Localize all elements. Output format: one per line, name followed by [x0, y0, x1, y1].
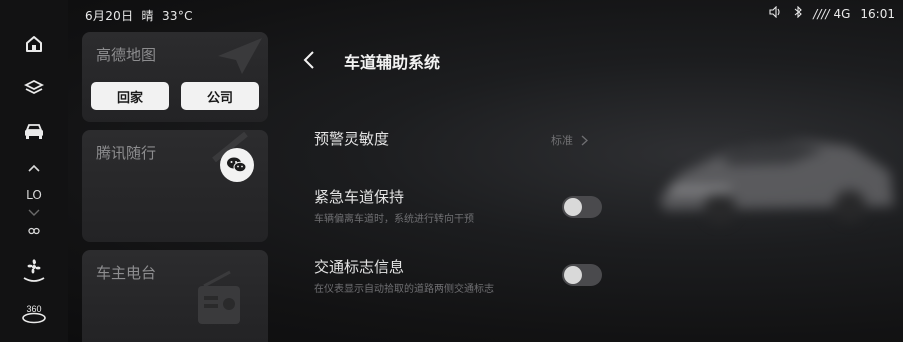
svg-text:360: 360	[26, 304, 41, 314]
traffic-sign-label: 交通标志信息	[314, 258, 405, 276]
toggle-knob	[564, 266, 582, 284]
lane-keep-label: 紧急车道保持	[314, 188, 405, 206]
fan-level-label: LO	[26, 188, 42, 202]
fan-icon[interactable]	[18, 254, 50, 284]
radio-icon	[194, 268, 254, 332]
sensitivity-label: 预警灵敏度	[314, 130, 390, 148]
auto-mode-icon[interactable]	[18, 224, 50, 238]
traffic-sign-toggle[interactable]	[562, 264, 602, 286]
screen: LO 360 6月20日 晴 33°C //// 4G 16:01 高德地图 回…	[0, 0, 903, 342]
lane-keep-description: 车辆偏离车道时，系统进行转向干预	[314, 214, 474, 225]
network-type: 4G	[833, 6, 851, 21]
page-title: 车道辅助系统	[344, 53, 441, 72]
temperature-label: 33°C	[161, 9, 193, 23]
go-home-button[interactable]: 回家	[91, 82, 169, 110]
navigation-arrow-icon	[214, 36, 264, 80]
clock: 16:01	[860, 6, 895, 21]
tencent-title: 腾讯随行	[96, 144, 157, 162]
wechat-icon[interactable]	[220, 148, 254, 182]
car-icon[interactable]	[18, 117, 50, 145]
radio-card[interactable]: 车主电台	[82, 250, 268, 342]
360-view-icon[interactable]: 360	[18, 298, 50, 328]
toggle-knob	[564, 198, 582, 216]
bluetooth-icon	[793, 5, 803, 21]
weather-label: 晴	[141, 9, 154, 23]
chevron-left-icon	[303, 51, 314, 69]
left-rail: LO 360	[0, 0, 68, 342]
chevron-down-icon[interactable]	[18, 206, 50, 220]
signal-strength: //// 4G	[813, 7, 850, 21]
tencent-card[interactable]: 腾讯随行	[82, 130, 268, 242]
chevron-up-icon[interactable]	[18, 158, 50, 178]
status-right: //// 4G 16:01	[769, 5, 895, 21]
back-button[interactable]	[302, 50, 316, 70]
date-label: 6月20日	[85, 9, 134, 23]
sensitivity-selector[interactable]: 标准	[551, 132, 588, 148]
layers-icon[interactable]	[18, 74, 50, 102]
radio-title: 车主电台	[96, 264, 157, 282]
status-left: 6月20日 晴 33°C	[85, 7, 193, 24]
volume-icon	[769, 5, 783, 21]
go-work-button[interactable]: 公司	[181, 82, 259, 110]
car-image	[650, 120, 900, 230]
chevron-right-icon	[581, 135, 588, 145]
home-icon[interactable]	[18, 30, 50, 58]
sensitivity-value: 标准	[551, 134, 573, 147]
traffic-sign-description: 在仪表显示自动拾取的道路两侧交通标志	[314, 284, 494, 295]
lane-keep-toggle[interactable]	[562, 196, 602, 218]
amap-title: 高德地图	[96, 46, 157, 64]
signal-bars: ////	[813, 6, 830, 21]
